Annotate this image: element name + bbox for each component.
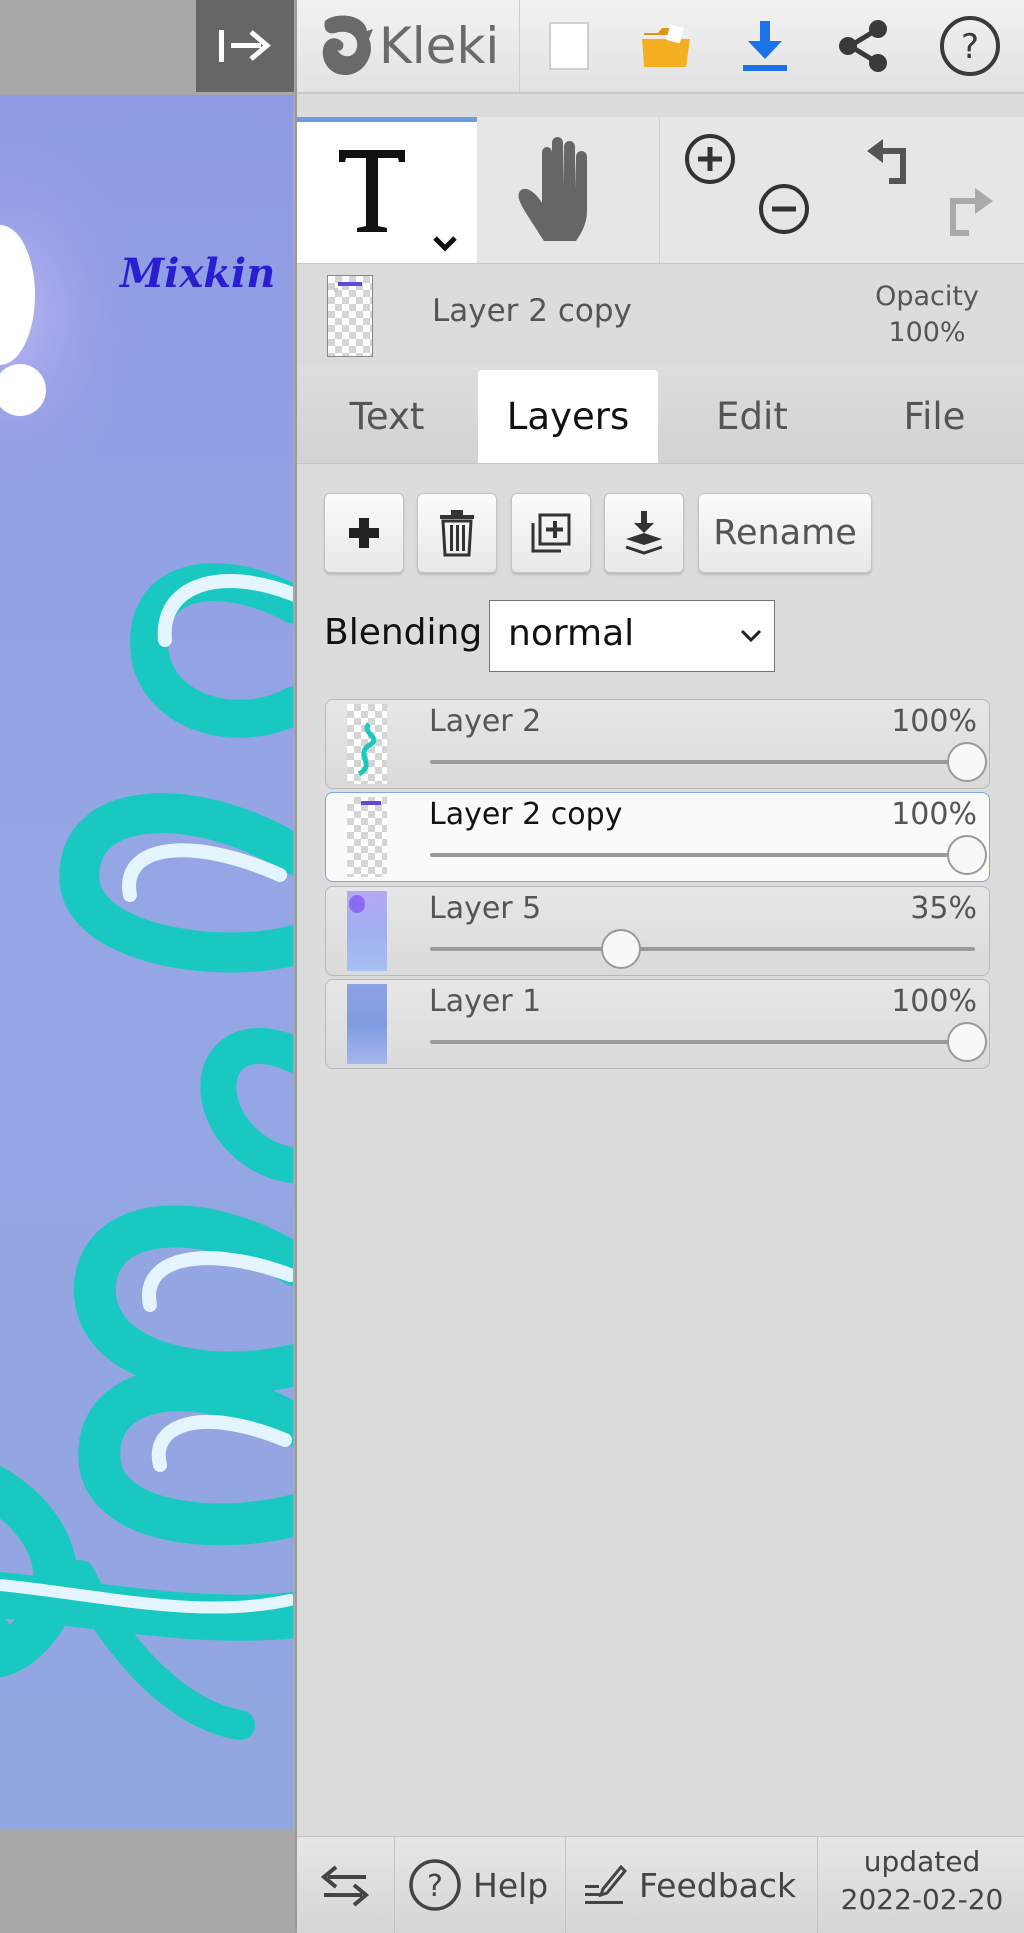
- opacity-readout: Opacity 100%: [852, 279, 1002, 351]
- merge-down-button[interactable]: [604, 493, 684, 573]
- new-image-button[interactable]: [532, 10, 606, 82]
- hand-icon: [518, 137, 587, 241]
- drawing-canvas-area[interactable]: Mixkin: [0, 0, 295, 1932]
- tab-layers[interactable]: Layers: [478, 370, 658, 463]
- trash-icon: [440, 510, 474, 557]
- duplicate-icon: [531, 513, 571, 553]
- layer-thumbnail: [347, 797, 387, 877]
- blending-select[interactable]: normal: [489, 600, 775, 672]
- top-bar: Kleki ?: [297, 0, 1024, 94]
- panel-tabs: Text Layers Edit File: [297, 365, 1024, 464]
- layer-thumbnail: [347, 704, 387, 784]
- layer-thumbnail: [347, 984, 387, 1064]
- share-button[interactable]: [826, 10, 900, 82]
- svg-text:?: ?: [427, 1869, 443, 1904]
- help-button[interactable]: ?: [933, 10, 1007, 82]
- opacity-slider-handle[interactable]: [947, 1022, 987, 1062]
- help-footer-button[interactable]: ? Help: [407, 1837, 557, 1933]
- layer-opacity-slider[interactable]: [430, 1040, 975, 1044]
- feedback-button[interactable]: Feedback: [583, 1837, 808, 1933]
- swap-side-button[interactable]: [297, 1837, 393, 1933]
- open-folder-icon: [642, 24, 690, 67]
- redo-icon[interactable]: [939, 185, 999, 245]
- current-layer-thumbnail: [327, 275, 373, 357]
- opacity-slider-handle[interactable]: [600, 929, 641, 969]
- layer-opacity-value: 100%: [891, 704, 977, 739]
- merge-down-icon: [625, 511, 663, 555]
- current-layer-name: Layer 2 copy: [432, 293, 632, 329]
- rename-layer-button[interactable]: Rename: [698, 493, 872, 573]
- download-icon: [743, 21, 787, 71]
- footer-bar: ? Help Feedback updated 2022-02-20: [297, 1836, 1024, 1933]
- layer-row[interactable]: Layer 2 copy 100%: [325, 792, 990, 882]
- feedback-label: Feedback: [639, 1865, 797, 1905]
- canvas-artwork[interactable]: Mixkin: [0, 95, 293, 1830]
- layer-thumbnail: [347, 891, 387, 971]
- undo-icon[interactable]: [863, 137, 919, 193]
- kleki-logo-icon: [322, 15, 373, 76]
- tool-row: [297, 117, 1024, 264]
- layer-name: Layer 2 copy: [429, 797, 623, 832]
- opacity-slider-handle[interactable]: [947, 742, 987, 782]
- layer-opacity-slider[interactable]: [430, 853, 975, 857]
- opacity-slider-handle[interactable]: [947, 835, 987, 875]
- updated-info: updated 2022-02-20: [818, 1843, 1024, 1919]
- layer-opacity-value: 35%: [910, 891, 977, 926]
- layer-row[interactable]: Layer 5 35%: [325, 886, 990, 976]
- opacity-label: Opacity: [875, 281, 979, 312]
- updated-date: 2022-02-20: [840, 1883, 1004, 1916]
- text-tool-icon: [339, 150, 457, 252]
- current-layer-info: Layer 2 copy Opacity 100%: [297, 265, 1024, 365]
- opacity-value: 100%: [888, 317, 966, 348]
- zoom-in-icon[interactable]: [682, 131, 738, 187]
- chevron-down-icon: [740, 629, 762, 643]
- layer-name: Layer 1: [429, 984, 542, 1019]
- open-file-button[interactable]: [630, 10, 704, 82]
- add-layer-button[interactable]: [324, 493, 404, 573]
- zoom-out-icon[interactable]: [756, 181, 812, 237]
- layer-opacity-value: 100%: [891, 797, 977, 832]
- swap-arrows-icon: [320, 1865, 370, 1907]
- duplicate-layer-button[interactable]: [511, 493, 591, 573]
- blending-value: normal: [508, 613, 635, 654]
- feedback-pen-icon: [585, 1864, 627, 1904]
- zoom-controls: [659, 117, 843, 263]
- svg-text:?: ?: [961, 27, 979, 67]
- tab-text[interactable]: Text: [297, 370, 477, 463]
- layer-opacity-slider[interactable]: [430, 760, 975, 764]
- delete-layer-button[interactable]: [417, 493, 497, 573]
- layer-row[interactable]: Layer 1 100%: [325, 979, 990, 1069]
- help-label: Help: [473, 1865, 549, 1905]
- tool-panel: Kleki ? Layer 2 copy Opacity 100% Text L…: [295, 0, 1024, 1933]
- kleki-logo[interactable]: Kleki: [317, 8, 499, 84]
- layer-opacity-value: 100%: [891, 984, 977, 1019]
- layer-name: Layer 5: [429, 891, 542, 926]
- artwork-image: Mixkin: [0, 115, 293, 1740]
- logo-text: Kleki: [379, 17, 500, 75]
- undo-redo-controls: [843, 117, 1024, 263]
- plus-icon: [349, 518, 379, 548]
- text-tool-button[interactable]: [297, 117, 477, 263]
- blending-label: Blending: [324, 612, 483, 653]
- artwork-text: Mixkin: [118, 250, 275, 297]
- new-image-icon: [549, 22, 589, 70]
- arrow-right-bar-icon: [219, 30, 271, 62]
- layer-row[interactable]: Layer 2 100%: [325, 699, 990, 789]
- layer-name: Layer 2: [429, 704, 542, 739]
- updated-label: updated: [863, 1845, 981, 1878]
- help-icon: ?: [409, 1859, 461, 1911]
- tab-edit[interactable]: Edit: [661, 370, 843, 463]
- help-icon: ?: [940, 16, 1000, 76]
- share-icon: [839, 20, 887, 72]
- tab-file[interactable]: File: [843, 370, 1024, 463]
- hand-tool-button[interactable]: [478, 117, 658, 263]
- collapse-panel-button[interactable]: [196, 0, 294, 92]
- download-button[interactable]: [728, 10, 802, 82]
- layer-opacity-slider[interactable]: [430, 947, 975, 951]
